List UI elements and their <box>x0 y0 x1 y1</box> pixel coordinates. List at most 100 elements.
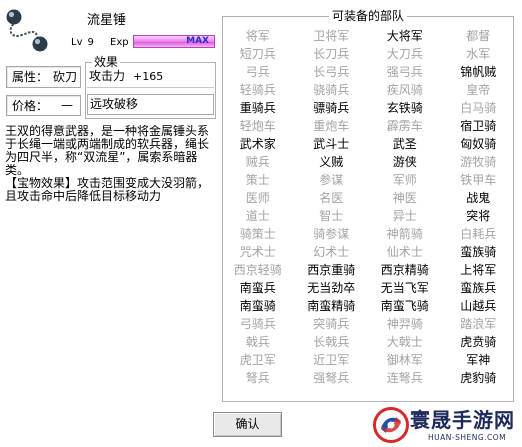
unit-cell: 军师 <box>392 173 417 187</box>
watermark-site: HUAN-SHENG.COM <box>428 433 507 442</box>
attribute-value: 砍刀 <box>53 70 78 84</box>
effect-stat-name: 攻击力 <box>89 69 126 83</box>
effect-special: 远攻破移 <box>90 97 139 111</box>
unit-cell: 骠骑兵 <box>313 101 350 115</box>
unit-cell: 铁甲车 <box>460 173 497 187</box>
logo-icon <box>372 406 410 444</box>
unit-cell: 御林军 <box>386 353 423 367</box>
unit-cell: 智士 <box>319 209 344 223</box>
watermark-name: 寰晟手游网 <box>410 408 515 432</box>
unit-cell: 西京精骑 <box>380 263 429 277</box>
price-box: 价格： — <box>6 95 81 116</box>
unit-cell: 名医 <box>319 191 344 205</box>
unit-cell: 幻术士 <box>313 245 350 259</box>
exp-label: Exp <box>110 37 129 48</box>
unit-cell: 神医 <box>392 191 417 205</box>
unit-cell: 虎卫军 <box>239 353 276 367</box>
unit-cell: 武圣 <box>392 137 417 151</box>
unit-cell: 锦帆贼 <box>460 65 497 79</box>
level-label: Lv <box>71 37 83 48</box>
unit-cell: 玄铁骑 <box>386 101 423 115</box>
unit-cell: 仙术士 <box>386 245 423 259</box>
unit-cell: 异士 <box>392 209 417 223</box>
unit-cell: 西京重骑 <box>307 263 356 277</box>
unit-cell: 强弩兵 <box>313 371 350 385</box>
unit-cell: 骁骑兵 <box>313 83 350 97</box>
unit-cell: 武斗士 <box>313 137 350 151</box>
unit-cell: 南蛮精骑 <box>307 299 356 313</box>
unit-cell: 南蛮兵 <box>239 281 276 295</box>
unit-cell: 近卫军 <box>313 353 350 367</box>
description-line: 为四尺半，称“双流星”，属索系暗器 <box>5 151 198 164</box>
unit-cell: 策士 <box>245 173 270 187</box>
unit-cell: 神箭骑 <box>386 227 423 241</box>
unit-cell: 短刀兵 <box>239 47 276 61</box>
unit-cell: 疾风骑 <box>386 83 423 97</box>
unit-cell: 卫将军 <box>313 29 350 43</box>
unit-cell: 大戟士 <box>386 335 423 349</box>
unit-cell: 弓兵 <box>245 65 270 79</box>
effect-stat-value: +165 <box>133 70 164 83</box>
unit-cell: 踏浪军 <box>460 317 497 331</box>
unit-cell: 军神 <box>466 353 491 367</box>
exp-bar: MAX <box>133 35 215 48</box>
unit-cell: 大将军 <box>386 29 423 43</box>
level-value: 9 <box>87 37 94 48</box>
unit-cell: 突将 <box>466 209 491 223</box>
description-line: 类。 <box>5 164 30 177</box>
unit-cell: 戟兵 <box>245 335 270 349</box>
equippable-units-title-wrap: 可装备的部队 <box>223 9 513 23</box>
unit-cell: 武术家 <box>239 137 276 151</box>
unit-cell: 长戟兵 <box>313 335 350 349</box>
unit-cell: 长弓兵 <box>313 65 350 79</box>
unit-cell: 蛮族骑 <box>460 245 497 259</box>
unit-grid: 将军 卫将军 大将军 都督 短刀兵 长刀兵 大刀兵 水军 弓兵 长弓兵 强弓兵 锦帆贼 轻骑兵 骁骑兵 疾风… <box>221 27 515 387</box>
item-description: 王双的得意武器，是一种将金属锤头系 于长绳一端或两端制成的软兵器，绳长 为四尺半… <box>5 125 217 203</box>
unit-cell: 虎豹骑 <box>460 371 497 385</box>
unit-cell: 无当劲卒 <box>307 281 356 295</box>
unit-cell: 水军 <box>466 47 491 61</box>
unit-cell: 南蛮飞骑 <box>380 299 429 313</box>
unit-cell: 蛮族兵 <box>460 281 497 295</box>
unit-cell: 骑参谋 <box>313 227 350 241</box>
exp-max-text: MAX <box>186 36 209 46</box>
unit-cell: 虎贲骑 <box>460 335 497 349</box>
unit-cell: 战鬼 <box>466 191 491 205</box>
unit-cell: 弓骑兵 <box>239 317 276 331</box>
unit-cell: 游牧骑 <box>460 155 497 169</box>
description-line: 且攻击命中后降低目标移动力 <box>5 190 162 203</box>
unit-cell: 匈奴骑 <box>460 137 497 151</box>
unit-cell: 强弓兵 <box>386 65 423 79</box>
price-value: — <box>61 98 73 112</box>
unit-cell: 道士 <box>245 209 270 223</box>
unit-cell: 将军 <box>245 29 270 43</box>
description-line: 【宝物效果】攻击范围变成大没羽箭， <box>5 177 210 190</box>
unit-cell: 医师 <box>245 191 270 205</box>
unit-cell: 重骑兵 <box>239 101 276 115</box>
unit-cell: 贼兵 <box>245 155 270 169</box>
unit-cell: 宿卫骑 <box>460 119 497 133</box>
description-line: 王双的得意武器，是一种将金属锤头系 <box>5 125 210 138</box>
unit-cell: 无当飞军 <box>380 281 429 295</box>
unit-cell: 南蛮骑 <box>239 299 276 313</box>
equippable-units-title: 可装备的部队 <box>328 9 407 23</box>
unit-cell: 咒术士 <box>239 245 276 259</box>
unit-cell: 义贼 <box>319 155 344 169</box>
unit-cell: 霹雳车 <box>386 119 423 133</box>
unit-cell: 轻炮车 <box>239 119 276 133</box>
unit-cell: 都督 <box>466 29 491 43</box>
unit-cell: 长刀兵 <box>313 47 350 61</box>
unit-cell: 骑策士 <box>239 227 276 241</box>
unit-cell: 突骑兵 <box>313 317 350 331</box>
effect-stat-row: 攻击力 +165 <box>87 67 214 88</box>
effects-group: 效果 攻击力 +165 远攻破移 <box>85 55 216 119</box>
description-line: 于长绳一端或两端制成的软兵器，绳长 <box>5 138 210 151</box>
unit-cell: 神羿骑 <box>386 317 423 331</box>
unit-cell: 游侠 <box>392 155 417 169</box>
level-display: Lv 9 <box>71 36 94 49</box>
unit-cell: 连弩兵 <box>386 371 423 385</box>
unit-cell: 弩兵 <box>245 371 270 385</box>
confirm-button[interactable]: 确认 <box>213 412 282 437</box>
attribute-box: 属性： 砍刀 <box>6 66 81 88</box>
unit-cell: 轻骑兵 <box>239 83 276 97</box>
